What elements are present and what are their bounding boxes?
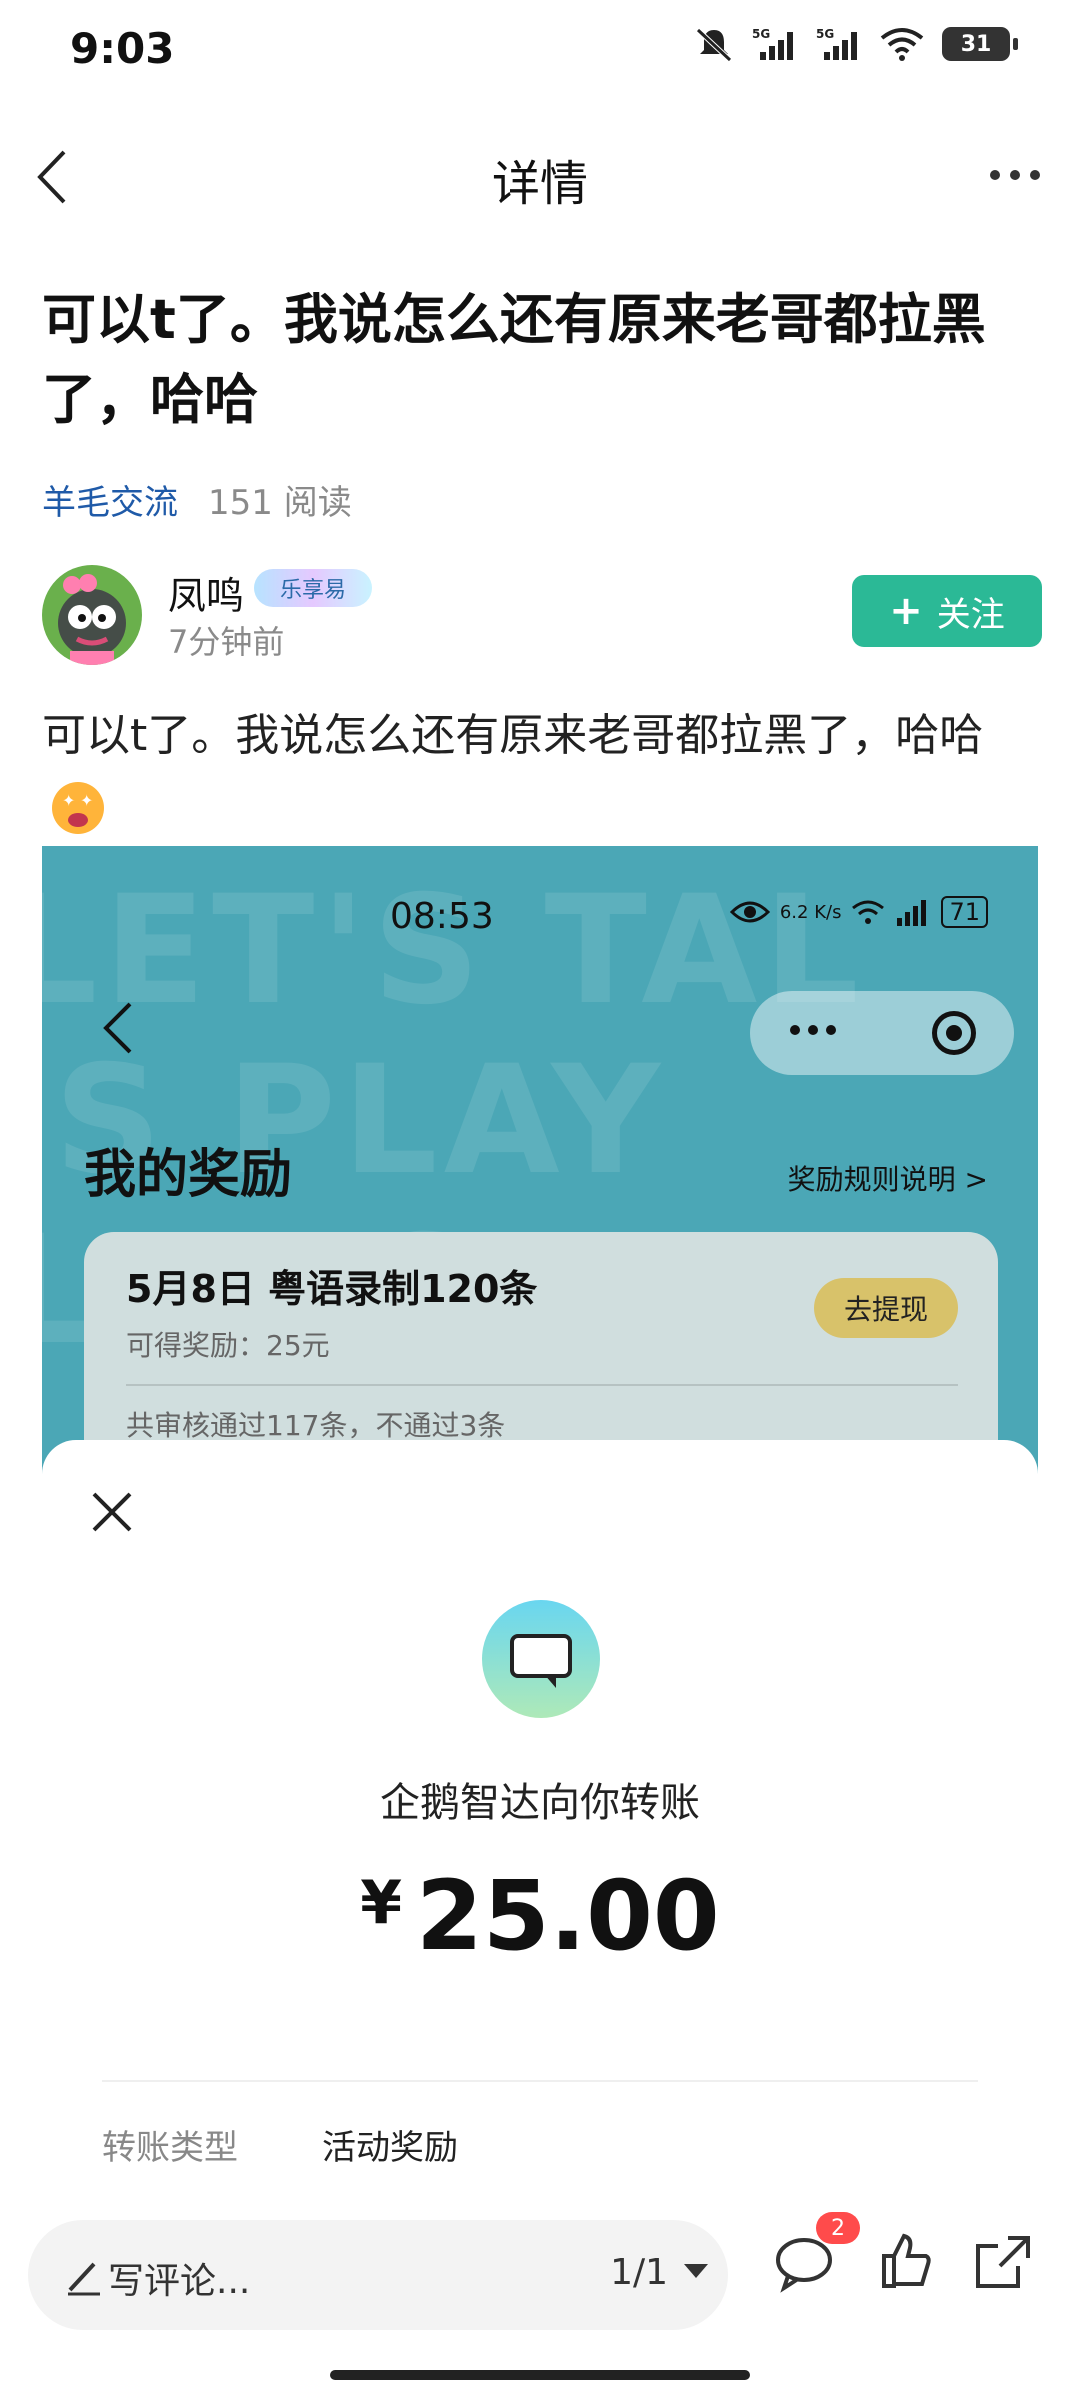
- shot-status-time: 08:53: [390, 896, 494, 937]
- top-navigation: 详情: [0, 120, 1080, 230]
- sender-logo-icon: [482, 1600, 600, 1718]
- author-name[interactable]: 凤鸣: [168, 565, 244, 620]
- svg-text:✦: ✦: [62, 791, 75, 810]
- post-meta: 羊毛交流 151 阅读: [42, 475, 352, 524]
- status-icons: 5G 5G 31: [694, 26, 1018, 62]
- post-title: 可以t了。我说怎么还有原来老哥都拉黑了，哈哈: [42, 288, 986, 431]
- post-detail-page: 9:03 5G 5G 31 详情 可以t了。我说怎么还有原来老哥都拉黑了，哈哈 …: [0, 0, 1080, 2400]
- mini-program-capsule: [750, 991, 1014, 1075]
- battery-icon: 31: [942, 27, 1018, 61]
- home-indicator[interactable]: [330, 2370, 750, 2380]
- signal-5g-icon: 5G: [816, 27, 857, 60]
- like-icon[interactable]: [870, 2226, 940, 2296]
- divider: [126, 1384, 958, 1386]
- author-badge: 乐享易: [254, 569, 372, 607]
- post-body: 可以t了。我说怎么还有原来老哥都拉黑了，哈哈: [42, 710, 984, 761]
- mute-icon: [696, 28, 732, 62]
- divider: [102, 2080, 978, 2082]
- star-eyes-emoji-icon: ✦ ✦: [52, 782, 104, 834]
- review-summary: 共审核通过117条，不通过3条: [126, 1409, 506, 1442]
- page-indicator[interactable]: 1/1: [610, 2252, 668, 2293]
- status-bar: 9:03 5G 5G 31: [0, 0, 1080, 100]
- close-icon: [92, 1492, 132, 1532]
- share-icon[interactable]: [968, 2226, 1038, 2296]
- reward-amount: 可得奖励：25元: [126, 1329, 330, 1362]
- svg-text:✦: ✦: [80, 791, 93, 810]
- shot-page-title: 我的奖励: [84, 1145, 293, 1205]
- post-time: 7分钟前: [168, 623, 285, 661]
- svg-text:5G: 5G: [816, 27, 834, 41]
- transfer-sheet: 企鹅智达向你转账 ¥25.00 转账类型 活动奖励: [42, 1440, 1038, 2200]
- comment-input[interactable]: 写评论... 1/1: [28, 2220, 728, 2330]
- plus-icon: +: [889, 588, 923, 634]
- net-speed: 6.2 K/s: [779, 901, 842, 923]
- signal-icon: [897, 900, 927, 926]
- chevron-down-icon[interactable]: [684, 2264, 708, 2278]
- page-title: 详情: [491, 156, 588, 212]
- comment-count-badge: 2: [816, 2212, 860, 2244]
- more-icon: [790, 1025, 836, 1035]
- svg-text:5G: 5G: [752, 27, 770, 41]
- transfer-amount: ¥25.00: [42, 1860, 1038, 1972]
- status-time: 9:03: [70, 24, 175, 73]
- currency-symbol: ¥: [360, 1868, 403, 1938]
- wifi-icon: [852, 900, 885, 924]
- amount-value: 25.00: [416, 1860, 720, 1972]
- eye-icon: [729, 901, 770, 923]
- comment-placeholder: 写评论...: [108, 2261, 251, 2302]
- more-options-icon[interactable]: [980, 150, 1050, 200]
- shot-back-icon: [103, 1002, 132, 1054]
- wifi-icon: [880, 28, 924, 61]
- bottom-action-bar: 写评论... 1/1 2: [0, 2190, 1080, 2400]
- follow-button[interactable]: + 关注: [852, 575, 1042, 647]
- read-count: 151 阅读: [208, 483, 352, 523]
- transfer-sender: 企鹅智达向你转账: [380, 1780, 700, 1826]
- close-target-icon: [932, 1011, 976, 1055]
- topic-link[interactable]: 羊毛交流: [42, 475, 178, 524]
- shot-battery-icon: 71: [941, 896, 988, 928]
- author-row: 凤鸣 乐享易 7分钟前 + 关注: [42, 565, 1042, 675]
- avatar[interactable]: [42, 565, 142, 665]
- transfer-type-value: 活动奖励: [322, 2128, 458, 2168]
- follow-label: 关注: [936, 594, 1005, 635]
- reward-title: 5月8日 粤语录制120条: [126, 1267, 538, 1311]
- pencil-icon: [68, 2262, 100, 2296]
- shot-status-icons: 6.2 K/s 71: [729, 896, 988, 928]
- transfer-type-label: 转账类型: [102, 2128, 238, 2168]
- withdraw-button: 去提现: [814, 1278, 958, 1338]
- shot-rules-link: 奖励规则说明 >: [787, 1163, 988, 1196]
- signal-5g-icon: 5G: [752, 27, 793, 60]
